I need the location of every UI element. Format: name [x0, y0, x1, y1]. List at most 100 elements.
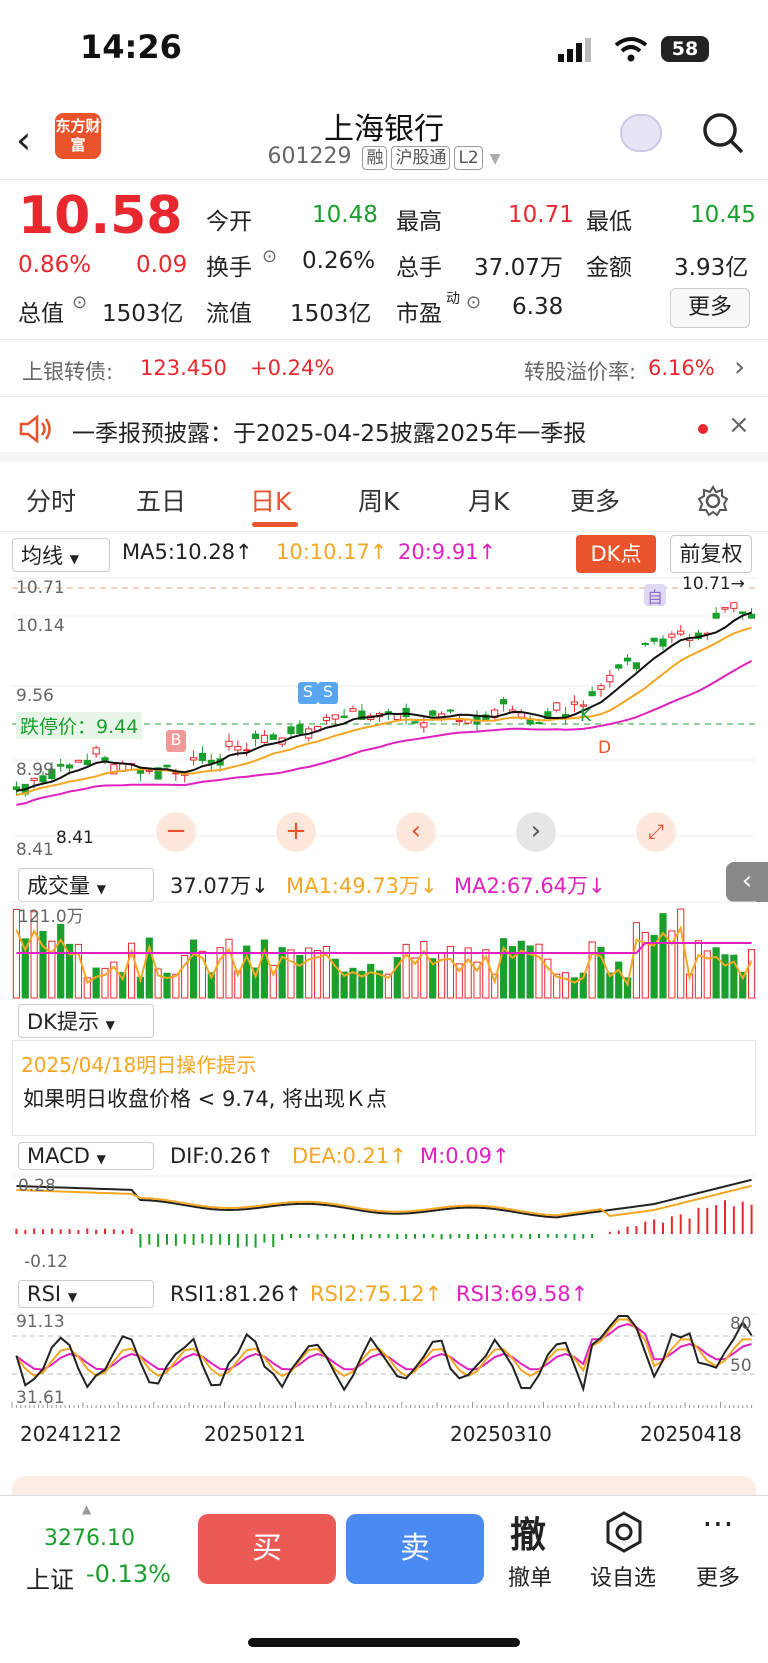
- candle: [198, 752, 207, 762]
- buy-signal-badge[interactable]: B: [166, 730, 186, 752]
- notice-bar[interactable]: 一季报预披露：于2025-04-25披露2025年一季报 ×: [0, 398, 768, 462]
- macd-ytop: 0.28: [18, 1176, 56, 1196]
- macd-m: M:0.09↑: [420, 1144, 510, 1168]
- fullscreen-button[interactable]: ⤢: [636, 812, 676, 852]
- candle: [57, 763, 65, 767]
- volume-chart: [12, 901, 756, 999]
- volume-ma1: MA1:49.73万↓: [286, 874, 438, 898]
- min-price-label: 8.41: [56, 828, 94, 848]
- cancel-order-label[interactable]: 撤单: [508, 1560, 552, 1592]
- candle: [260, 734, 269, 743]
- candle: [225, 740, 233, 747]
- candle: [349, 708, 357, 712]
- y-axis-4: 8.99: [16, 760, 54, 780]
- volume-label: 总手: [396, 255, 442, 281]
- dk-point-button[interactable]: DK点: [576, 535, 656, 573]
- tab-monthly-k[interactable]: 月K: [468, 482, 509, 518]
- more-dots-icon[interactable]: ⋯: [702, 1504, 736, 1542]
- ma5-value: MA5:10.28↑: [122, 540, 253, 564]
- candle: [269, 734, 277, 740]
- zoom-in-button[interactable]: +: [276, 812, 316, 852]
- tab-five-day[interactable]: 五日: [136, 482, 186, 518]
- ma20-value: 20:9.91↑: [398, 540, 497, 564]
- sell-signal-badge[interactable]: S: [318, 682, 338, 704]
- candle: [145, 769, 153, 772]
- info-icon[interactable]: ⊙: [466, 292, 481, 313]
- caret-up-icon[interactable]: ▲: [82, 1502, 91, 1516]
- pan-left-button[interactable]: ‹: [396, 812, 436, 852]
- premium-value: 6.16%: [648, 356, 715, 380]
- volume-ma1-line: [15, 925, 753, 988]
- tab-weekly-k[interactable]: 周K: [358, 482, 399, 518]
- chevron-down-icon[interactable]: ▼: [490, 151, 501, 167]
- volume-bar: [694, 940, 703, 999]
- last-price: 10.58: [18, 186, 183, 246]
- y-axis-2: 10.14: [16, 616, 65, 636]
- clock: 14:26: [80, 28, 182, 66]
- volume-bar: [287, 949, 295, 999]
- tab-more[interactable]: 更多: [570, 482, 620, 518]
- candle: [402, 707, 410, 718]
- d-point-label: D: [598, 738, 612, 758]
- rsi3-line: [15, 1322, 752, 1371]
- pan-right-button[interactable]: ›: [516, 812, 556, 852]
- index-name: 上证: [26, 1566, 74, 1594]
- volume-bar: [659, 913, 667, 999]
- ma5-line: [16, 611, 752, 792]
- sell-button[interactable]: 卖: [346, 1514, 484, 1584]
- info-icon[interactable]: ⊙: [72, 292, 87, 313]
- volume-bar: [189, 939, 198, 999]
- info-icon[interactable]: ⊙: [262, 246, 277, 267]
- zoom-out-button[interactable]: −: [156, 812, 196, 852]
- adjust-button[interactable]: 前复权: [670, 535, 752, 573]
- rsi-select-label: RSI: [27, 1282, 62, 1306]
- collapse-panel-button[interactable]: ‹: [726, 862, 768, 902]
- rsi-ybot: 31.61: [16, 1388, 65, 1408]
- bond-name: 上银转债:: [22, 360, 114, 384]
- macd-select[interactable]: MACD ▼: [18, 1142, 154, 1170]
- change-percent: 0.86%: [18, 252, 92, 278]
- candle: [296, 724, 304, 734]
- volume-select[interactable]: 成交量 ▼: [18, 868, 154, 902]
- candle: [526, 719, 534, 725]
- rsi-select[interactable]: RSI ▼: [18, 1280, 154, 1308]
- search-icon[interactable]: [702, 112, 746, 156]
- add-watchlist-icon[interactable]: [602, 1510, 646, 1554]
- max-price-label: 10.71→: [682, 574, 745, 594]
- sell-signal-badge[interactable]: S: [298, 682, 318, 704]
- tab-intraday[interactable]: 分时: [26, 482, 76, 518]
- notice-text: 一季报预披露：于2025-04-25披露2025年一季报: [72, 421, 587, 447]
- ma-select[interactable]: 均线 ▼: [12, 538, 110, 572]
- more-label[interactable]: 更多: [696, 1560, 740, 1592]
- dk-select[interactable]: DK提示 ▼: [18, 1004, 154, 1038]
- volume-bar: [57, 923, 65, 999]
- convertible-bond-row[interactable]: 上银转债: 123.450 +0.24% 转股溢价率: 6.16% ›: [0, 340, 768, 397]
- tab-daily-k[interactable]: 日K: [250, 482, 291, 518]
- candle: [730, 602, 738, 609]
- rsi1-value: RSI1:81.26↑: [170, 1282, 303, 1306]
- battery-level: 58: [671, 38, 699, 60]
- pe-label: 市盈: [396, 301, 442, 327]
- cancel-order-icon[interactable]: 撤: [510, 1506, 546, 1558]
- rsi-80: 80: [730, 1314, 752, 1334]
- robot-assistant-icon[interactable]: [620, 114, 662, 152]
- amount-value: 3.93亿: [674, 255, 749, 281]
- add-watchlist-label[interactable]: 设自选: [590, 1560, 656, 1592]
- more-quote-button[interactable]: 更多: [670, 288, 750, 328]
- volume-bar: [172, 973, 180, 999]
- settings-gear-icon[interactable]: [696, 484, 730, 518]
- candle: [455, 719, 463, 723]
- candle: [340, 715, 348, 719]
- close-icon[interactable]: ×: [728, 410, 750, 440]
- candle: [251, 733, 260, 740]
- unread-dot: [698, 424, 708, 434]
- candle: [234, 745, 242, 751]
- volume-bar: [517, 940, 525, 999]
- buy-button[interactable]: 买: [198, 1514, 336, 1584]
- speaker-icon: [19, 414, 51, 444]
- volume-bar: [305, 947, 313, 999]
- candle: [588, 691, 596, 697]
- candle: [739, 611, 747, 614]
- rsi2-line: [15, 1318, 752, 1378]
- candle: [747, 613, 756, 619]
